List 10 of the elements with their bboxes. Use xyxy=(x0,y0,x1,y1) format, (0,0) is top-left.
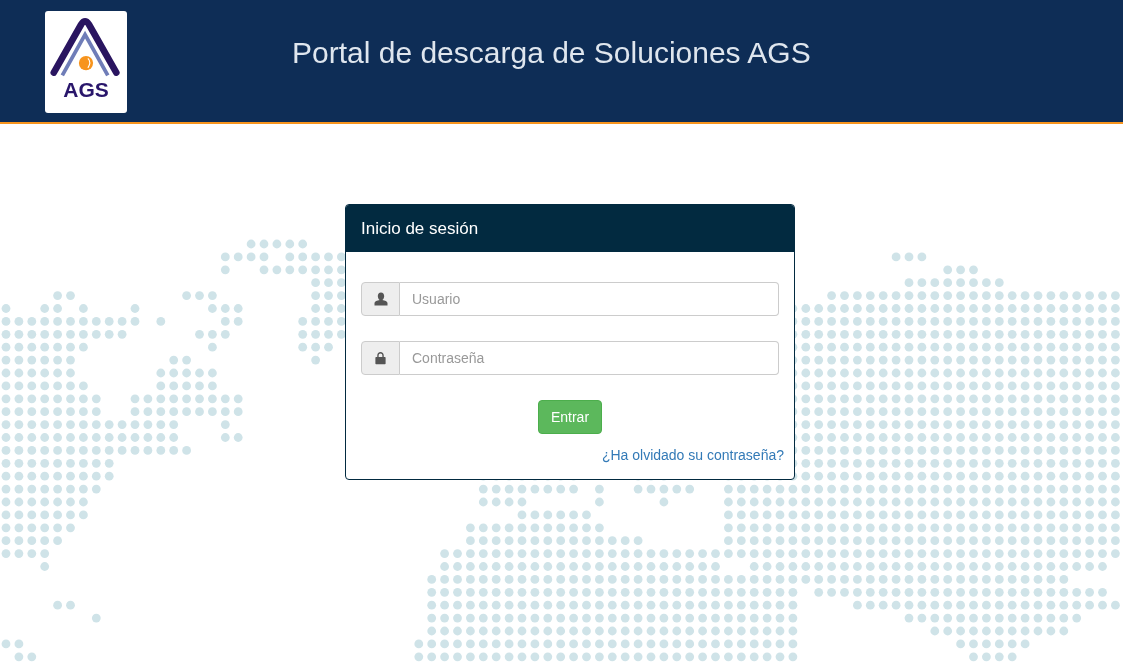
forgot-password-link[interactable]: ¿Ha olvidado su contraseña? xyxy=(601,445,784,465)
user-icon xyxy=(373,292,388,306)
logo-text: AGS xyxy=(63,79,109,100)
password-field[interactable]: Contraseña xyxy=(400,341,779,375)
username-field[interactable]: Usuario xyxy=(400,282,779,316)
login-button[interactable]: Entrar xyxy=(537,400,603,434)
lock-icon xyxy=(374,351,387,365)
panel-title: Inicio de sesión xyxy=(361,217,479,240)
page-title: Portal de descarga de Soluciones AGS xyxy=(292,35,811,70)
logo-mark-icon xyxy=(50,17,122,77)
